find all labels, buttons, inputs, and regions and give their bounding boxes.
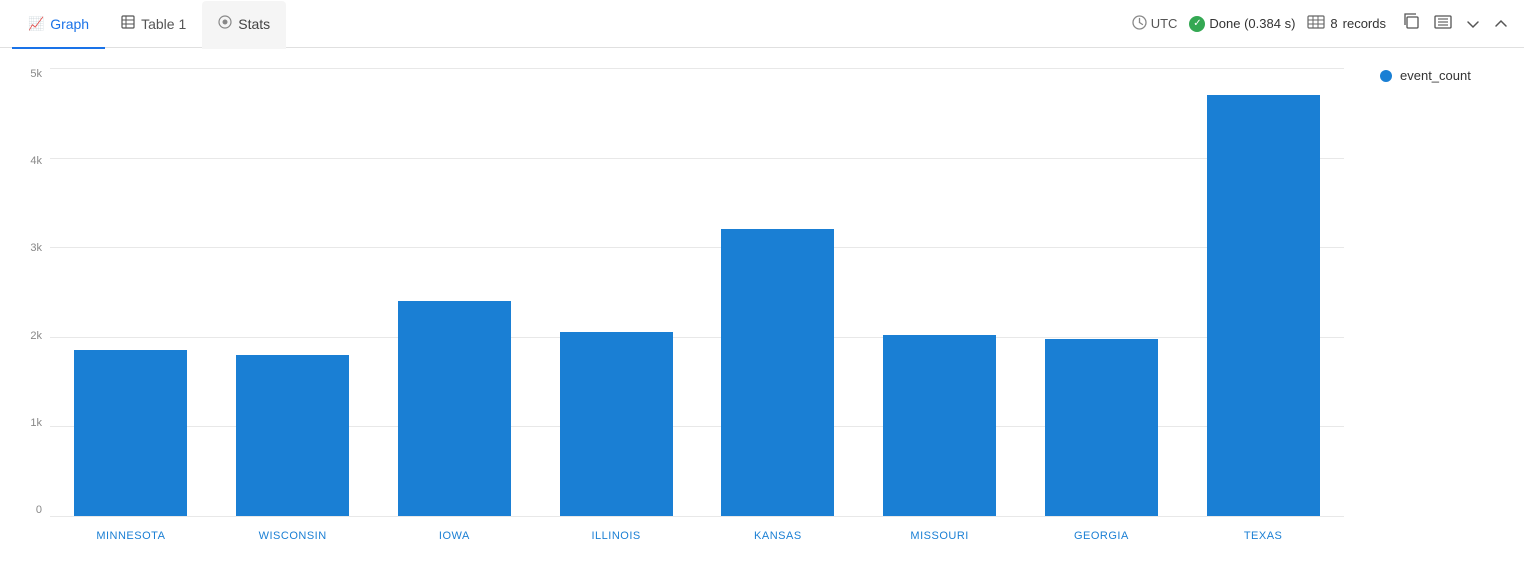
bar-missouri[interactable]	[883, 335, 996, 516]
y-axis: 5k 4k 3k 2k 1k 0	[0, 68, 50, 516]
bar-group	[374, 68, 536, 516]
x-label-missouri: MISSOURI	[910, 530, 968, 542]
x-label-group: KANSAS	[697, 516, 859, 556]
bars-area	[50, 68, 1344, 516]
bar-group	[1021, 68, 1183, 516]
tab-graph-label: Graph	[50, 16, 89, 32]
y-label-3k: 3k	[30, 242, 42, 254]
y-label-0: 0	[36, 504, 42, 516]
bar-group	[859, 68, 1021, 516]
records-icon	[1307, 15, 1325, 32]
x-label-group: GEORGIA	[1021, 516, 1183, 556]
bar-group	[212, 68, 374, 516]
x-label-group: TEXAS	[1182, 516, 1344, 556]
legend-item-event-count: event_count	[1380, 68, 1508, 83]
tab-table1-label: Table 1	[141, 16, 186, 32]
chart-main: 5k 4k 3k 2k 1k 0 MINNESOTA WISCONSIN IOWA I…	[0, 58, 1364, 566]
records-badge: 8 records	[1307, 15, 1386, 32]
y-label-2k: 2k	[30, 330, 42, 342]
bar-minnesota[interactable]	[74, 350, 187, 516]
tab-stats-label: Stats	[238, 16, 270, 32]
x-label-illinois: ILLINOIS	[592, 530, 641, 542]
done-badge: ✓ Done (0.384 s)	[1189, 16, 1295, 32]
x-label-group: MISSOURI	[859, 516, 1021, 556]
chevron-down-icon[interactable]	[1462, 11, 1484, 36]
header-right: UTC ✓ Done (0.384 s) 8 records	[1132, 10, 1512, 37]
x-label-texas: TEXAS	[1244, 530, 1283, 542]
utc-label: UTC	[1151, 16, 1178, 31]
bar-group	[697, 68, 859, 516]
bar-georgia[interactable]	[1045, 339, 1158, 516]
toolbar-icons	[1398, 10, 1512, 37]
expand-icon[interactable]	[1430, 11, 1456, 36]
x-label-group: IOWA	[374, 516, 536, 556]
chart-container: 5k 4k 3k 2k 1k 0 MINNESOTA WISCONSIN IOWA I…	[0, 48, 1524, 566]
legend-area: event_count	[1364, 58, 1524, 566]
y-label-5k: 5k	[30, 68, 42, 80]
records-count: 8	[1330, 16, 1337, 31]
tabs-left: 📈 Graph Table 1 Stats	[12, 0, 286, 48]
bar-group	[50, 68, 212, 516]
done-label: Done (0.384 s)	[1209, 16, 1295, 31]
x-label-group: WISCONSIN	[212, 516, 374, 556]
x-label-minnesota: MINNESOTA	[96, 530, 165, 542]
x-label-wisconsin: WISCONSIN	[259, 530, 327, 542]
x-label-group: MINNESOTA	[50, 516, 212, 556]
tab-table1[interactable]: Table 1	[105, 1, 202, 49]
copy-icon[interactable]	[1398, 10, 1424, 37]
x-axis: MINNESOTA WISCONSIN IOWA ILLINOIS KANSAS MISS…	[50, 516, 1344, 556]
clock-icon	[1132, 15, 1147, 33]
legend-dot	[1380, 70, 1392, 82]
bar-group	[535, 68, 697, 516]
tab-stats[interactable]: Stats	[202, 1, 286, 49]
table-icon	[121, 15, 135, 32]
x-label-iowa: IOWA	[439, 530, 470, 542]
chevron-up-icon[interactable]	[1490, 11, 1512, 36]
bar-illinois[interactable]	[560, 332, 673, 516]
x-label-georgia: GEORGIA	[1074, 530, 1129, 542]
bar-wisconsin[interactable]	[236, 355, 349, 516]
stats-icon	[218, 15, 232, 32]
tabs-bar: 📈 Graph Table 1 Stats	[0, 0, 1524, 48]
bar-texas[interactable]	[1207, 95, 1320, 516]
done-icon: ✓	[1189, 16, 1205, 32]
x-label-kansas: KANSAS	[754, 530, 802, 542]
y-label-1k: 1k	[30, 417, 42, 429]
tab-graph[interactable]: 📈 Graph	[12, 1, 105, 49]
legend-label: event_count	[1400, 68, 1471, 83]
x-label-group: ILLINOIS	[535, 516, 697, 556]
bar-kansas[interactable]	[721, 229, 834, 516]
bar-group	[1182, 68, 1344, 516]
y-label-4k: 4k	[30, 155, 42, 167]
bar-iowa[interactable]	[398, 301, 511, 516]
graph-icon: 📈	[28, 16, 44, 32]
utc-section: UTC	[1132, 15, 1178, 33]
records-label: records	[1343, 16, 1386, 31]
